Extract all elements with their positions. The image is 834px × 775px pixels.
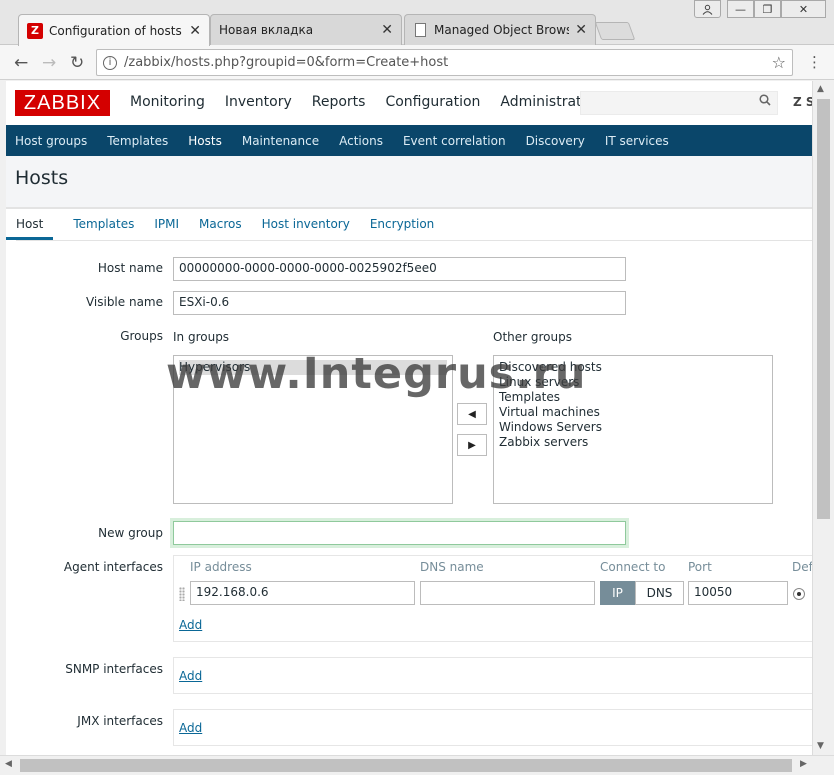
snmp-interfaces-box: Add: [173, 657, 812, 694]
submenu-hosts[interactable]: Hosts: [188, 134, 222, 148]
page-viewport: ZABBIX Monitoring Inventory Reports Conf…: [6, 81, 812, 755]
zabbix-share-link[interactable]: Z S: [793, 95, 812, 109]
zabbix-favicon-icon: Z: [27, 22, 43, 39]
user-profile-icon[interactable]: [694, 0, 721, 18]
back-arrow-icon[interactable]: ←: [14, 53, 28, 73]
dns-name-header: DNS name: [420, 560, 484, 574]
close-tab-icon[interactable]: ✕: [189, 23, 201, 39]
drag-handle-icon[interactable]: [179, 587, 185, 601]
host-name-label: Host name: [97, 261, 163, 275]
scroll-down-icon[interactable]: ▼: [817, 741, 824, 751]
document-icon: [415, 23, 426, 37]
top-navigation: ZABBIX Monitoring Inventory Reports Conf…: [6, 81, 812, 125]
watermark: www.Integrus.ru: [166, 349, 587, 399]
horizontal-scrollbar[interactable]: ◀ ▶: [0, 755, 834, 775]
browser-tab-new[interactable]: Новая вкладка ✕: [210, 14, 402, 45]
port-header: Port: [688, 560, 712, 574]
window-controls: — ❐ ✕: [694, 0, 826, 18]
scroll-left-icon[interactable]: ◀: [5, 759, 12, 769]
new-group-label: New group: [98, 526, 163, 540]
menu-reports[interactable]: Reports: [312, 94, 366, 110]
browser-titlebar: Z Configuration of hosts ✕ Новая вкладка…: [0, 0, 834, 46]
close-tab-icon[interactable]: ✕: [381, 22, 393, 38]
submenu-templates[interactable]: Templates: [107, 134, 168, 148]
jmx-interfaces-label: JMX interfaces: [77, 714, 163, 728]
restore-icon[interactable]: ❐: [754, 0, 781, 18]
visible-name-label: Visible name: [85, 295, 163, 309]
forward-arrow-icon[interactable]: →: [42, 53, 56, 73]
label-column: Host name Visible name Groups New group …: [6, 209, 163, 755]
default-radio[interactable]: [793, 588, 805, 600]
reload-icon[interactable]: ↻: [70, 53, 84, 73]
info-icon[interactable]: i: [103, 55, 117, 70]
browser-menu-icon[interactable]: ⋮: [807, 53, 822, 71]
page-header: Hosts: [6, 156, 812, 208]
visible-name-input[interactable]: ESXi-0.6: [173, 291, 626, 315]
scroll-thumb[interactable]: [817, 99, 830, 519]
add-agent-interface-link[interactable]: Add: [179, 618, 202, 632]
move-left-button[interactable]: ◀: [457, 403, 487, 425]
move-right-button[interactable]: ▶: [457, 434, 487, 456]
tab-title: Configuration of hosts: [49, 23, 182, 38]
dns-name-input[interactable]: [420, 581, 595, 605]
submenu-it-services[interactable]: IT services: [605, 134, 669, 148]
menu-inventory[interactable]: Inventory: [225, 94, 292, 110]
groups-label: Groups: [120, 329, 163, 343]
port-input[interactable]: 10050: [688, 581, 788, 605]
submenu-maintenance[interactable]: Maintenance: [242, 134, 319, 148]
search-input[interactable]: [580, 91, 778, 115]
new-tab-button[interactable]: [594, 22, 636, 40]
agent-interfaces-box: IP address DNS name Connect to Port Def …: [173, 555, 812, 642]
tab-title: Managed Object Browser: [434, 23, 570, 37]
agent-interfaces-label: Agent interfaces: [63, 560, 163, 574]
other-groups-heading: Other groups: [493, 330, 572, 344]
submenu-discovery[interactable]: Discovery: [526, 134, 585, 148]
bookmark-star-icon[interactable]: ☆: [772, 53, 786, 72]
list-item[interactable]: Virtual machines: [499, 405, 767, 420]
connect-to-header: Connect to: [600, 560, 666, 574]
scroll-right-icon[interactable]: ▶: [800, 759, 807, 769]
add-jmx-interface-link[interactable]: Add: [179, 721, 202, 735]
close-window-icon[interactable]: ✕: [781, 0, 826, 18]
list-item[interactable]: Zabbix servers: [499, 435, 767, 450]
vertical-scrollbar[interactable]: ▲ ▼: [812, 81, 834, 755]
address-toolbar: ← → ↻ i /zabbix/hosts.php?groupid=0&form…: [0, 45, 834, 80]
url-bar[interactable]: i /zabbix/hosts.php?groupid=0&form=Creat…: [96, 49, 793, 76]
url-text: /zabbix/hosts.php?groupid=0&form=Create+…: [124, 55, 449, 70]
host-form: Host Templates IPMI Macros Host inventor…: [6, 208, 812, 755]
page-title: Hosts: [15, 167, 69, 189]
scroll-up-icon[interactable]: ▲: [817, 84, 824, 94]
connect-ip-button[interactable]: IP: [600, 581, 635, 605]
add-snmp-interface-link[interactable]: Add: [179, 669, 202, 683]
sub-navigation: Host groups Templates Hosts Maintenance …: [6, 125, 812, 156]
menu-monitoring[interactable]: Monitoring: [130, 94, 205, 110]
tab-title: Новая вкладка: [219, 23, 314, 37]
main-menu: Monitoring Inventory Reports Configurati…: [130, 94, 623, 110]
ip-address-header: IP address: [190, 560, 252, 574]
ip-address-input[interactable]: 192.168.0.6: [190, 581, 415, 605]
zabbix-logo[interactable]: ZABBIX: [15, 90, 110, 116]
tab-host-inventory[interactable]: Host inventory: [262, 217, 350, 240]
close-tab-icon[interactable]: ✕: [575, 22, 587, 38]
host-name-input[interactable]: 00000000-0000-0000-0000-0025902f5ee0: [173, 257, 626, 281]
submenu-event-correlation[interactable]: Event correlation: [403, 134, 506, 148]
list-item[interactable]: Windows Servers: [499, 420, 767, 435]
browser-tab-zabbix[interactable]: Z Configuration of hosts ✕: [18, 14, 210, 46]
scroll-thumb[interactable]: [20, 759, 792, 772]
menu-configuration[interactable]: Configuration: [385, 94, 480, 110]
minimize-icon[interactable]: —: [727, 0, 754, 18]
submenu-host-groups[interactable]: Host groups: [15, 134, 87, 148]
default-header: Def: [792, 560, 812, 574]
in-groups-heading: In groups: [173, 330, 230, 344]
new-group-input[interactable]: [173, 521, 626, 545]
snmp-interfaces-label: SNMP interfaces: [65, 662, 163, 676]
jmx-interfaces-box: Add: [173, 709, 812, 746]
search-icon[interactable]: [759, 94, 771, 110]
connect-dns-button[interactable]: DNS: [635, 581, 684, 605]
browser-tab-mob[interactable]: Managed Object Browser ✕: [404, 14, 596, 45]
tab-encryption[interactable]: Encryption: [370, 217, 434, 240]
tab-macros[interactable]: Macros: [199, 217, 242, 240]
submenu-actions[interactable]: Actions: [339, 134, 383, 148]
